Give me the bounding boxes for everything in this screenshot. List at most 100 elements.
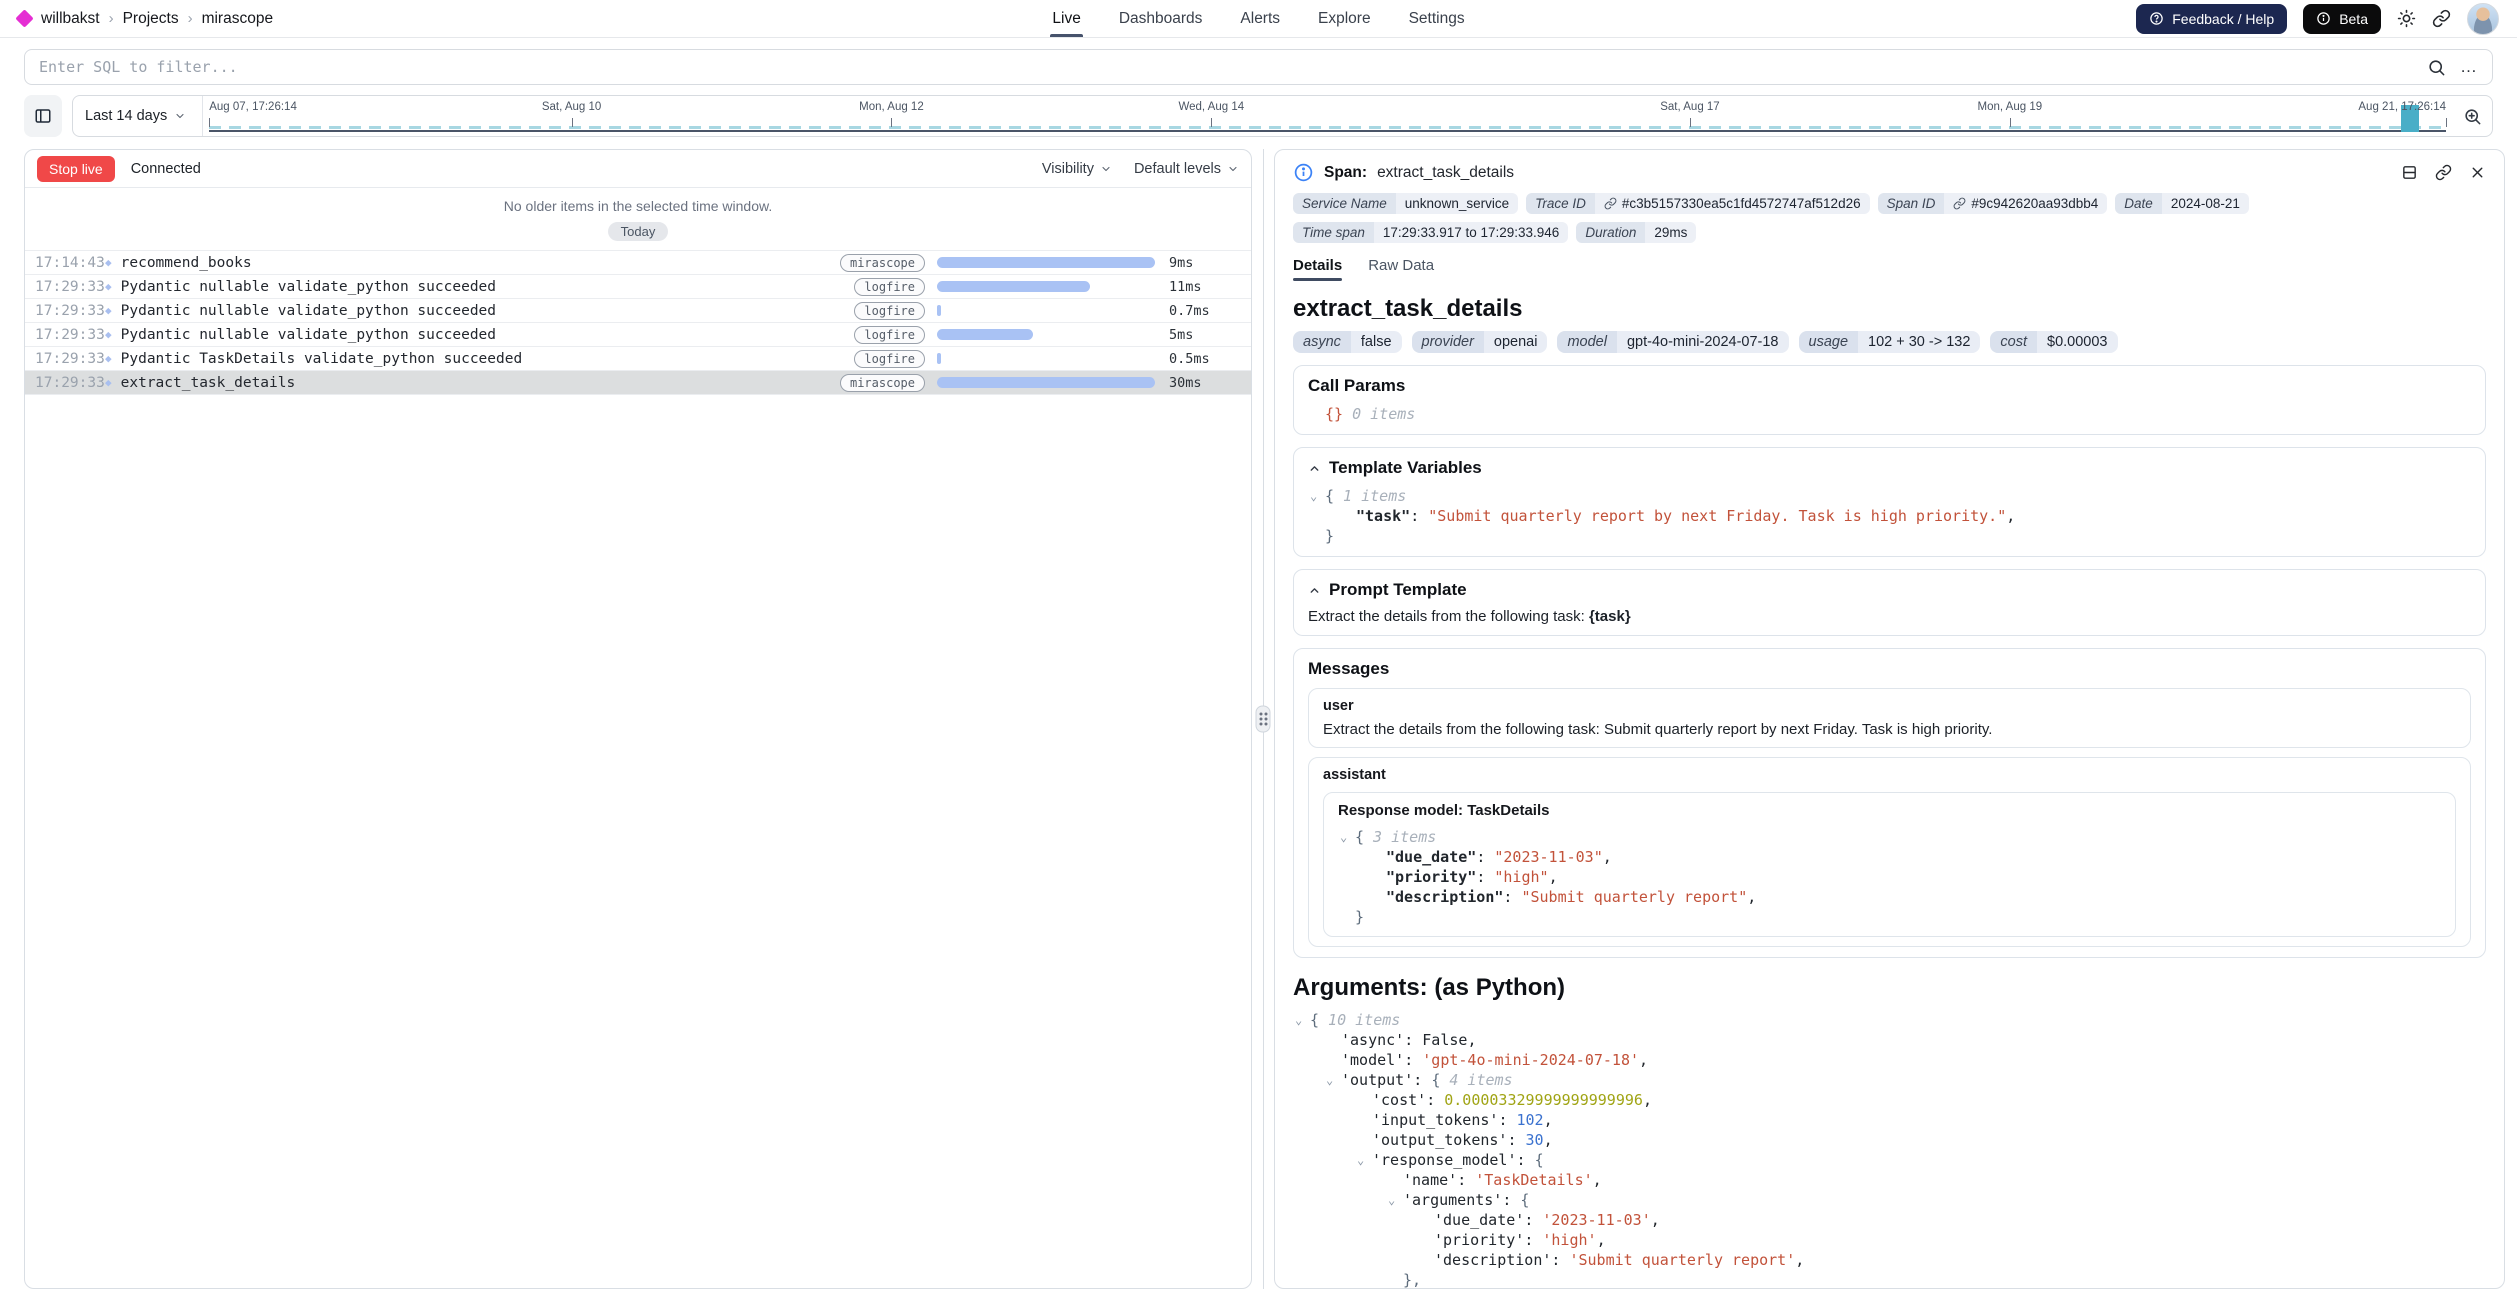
code-line: }, [1293,1270,2486,1289]
code-line: 'model': 'gpt-4o-mini-2024-07-18', [1293,1050,2486,1070]
trace-tag-wrap: logfire [821,350,925,368]
more-options-button[interactable]: … [2460,62,2478,72]
attr-badge-label: cost [1990,331,2037,353]
panel-layout-button[interactable] [2401,164,2418,181]
sql-filter-input[interactable] [39,58,2413,76]
collapse-chevron-icon[interactable] [1308,584,1321,597]
assistant-message-card: assistant Response model: TaskDetails ⌄{… [1308,757,2471,947]
trace-time: 17:29:33 [35,351,105,367]
trace-tag-wrap: logfire [821,326,925,344]
trace-row[interactable]: 17:14:43◆recommend_booksmirascope9ms [25,250,1251,274]
chevron-down-icon [1100,163,1112,175]
meta-badge-label: Date [2115,193,2162,214]
user-message-card: user Extract the details from the follow… [1308,688,2471,748]
trace-name: Pydantic TaskDetails validate_python suc… [121,351,821,367]
timeline[interactable]: Aug 07, 17:26:14Sat, Aug 10Mon, Aug 12We… [203,96,2452,136]
close-span-panel-button[interactable] [2469,164,2486,181]
code-token: : [1551,1251,1569,1269]
sun-icon [2397,9,2416,28]
nav-tab-settings[interactable]: Settings [1409,0,1465,37]
collapse-toggle-icon[interactable]: ⌄ [1310,486,1317,506]
span-label: Span: [1324,164,1367,182]
trace-time: 17:29:33 [35,303,105,319]
timeline-tick-mark [2010,118,2011,127]
logfire-logo-icon[interactable] [15,9,33,27]
trace-time: 17:29:33 [35,279,105,295]
code-token: : [1524,1231,1542,1249]
stop-live-button[interactable]: Stop live [37,156,115,182]
code-token: 'name' [1403,1171,1457,1189]
time-range-label: Last 14 days [85,108,167,124]
duration-label: 9ms [1169,255,1241,271]
trace-row[interactable]: 17:29:33◆Pydantic nullable validate_pyth… [25,298,1251,322]
search-icon[interactable] [2427,58,2446,77]
code-token: 'async' [1341,1031,1404,1049]
breadcrumb-item-mirascope[interactable]: mirascope [202,10,274,28]
code-token: "high" [1494,868,1548,886]
collapse-toggle-icon[interactable]: ⌄ [1295,1010,1302,1030]
nav-tab-dashboards[interactable]: Dashboards [1119,0,1203,37]
attr-badge-label: usage [1799,331,1859,353]
span-meta: Service Nameunknown_serviceTrace ID#c3b5… [1293,193,2486,243]
duration-bar [937,353,941,364]
collapse-toggle-icon[interactable]: ⌄ [1326,1070,1333,1090]
tab-raw-data[interactable]: Raw Data [1368,257,1434,281]
trace-tag-wrap: logfire [821,278,925,296]
share-link-button[interactable] [2432,9,2451,28]
code-token: : [1404,1051,1422,1069]
theme-toggle-button[interactable] [2397,9,2416,28]
collapse-chevron-icon[interactable] [1308,462,1321,475]
attr-badge-value: openai [1484,331,1548,353]
nav-tab-explore[interactable]: Explore [1318,0,1371,37]
trace-panel: Stop live Connected Visibility Default l… [24,149,1252,1289]
trace-row[interactable]: 17:29:33◆extract_task_detailsmirascope30… [25,370,1251,394]
prompt-template-title: Prompt Template [1329,580,1467,600]
meta-badge-span-id: Span ID#9c942620aa93dbb4 [1878,193,2108,214]
code-token: 'cost' [1372,1091,1426,1109]
zoom-in-button[interactable] [2452,96,2492,136]
trace-name: Pydantic nullable validate_python succee… [121,279,821,295]
code-token: {} [1325,405,1343,423]
template-variable-token: {task} [1589,608,1631,625]
sidebar-toggle-button[interactable] [24,95,62,137]
timeline-tick-label: Aug 07, 17:26:14 [209,101,297,113]
timeline-row: Last 14 days Aug 07, 17:26:14Sat, Aug 10… [24,95,2493,137]
collapse-toggle-icon[interactable]: ⌄ [1388,1190,1395,1210]
collapse-toggle-icon[interactable]: ⌄ [1357,1150,1364,1170]
nav-tab-live[interactable]: Live [1052,0,1080,37]
meta-badge-value[interactable]: #c3b5157330ea5c1fd4572747af512d26 [1595,193,1870,214]
meta-badge-value[interactable]: #9c942620aa93dbb4 [1944,193,2107,214]
attr-badge-value: false [1351,331,1402,353]
beta-button[interactable]: Beta [2303,4,2381,34]
breadcrumb-item-willbakst[interactable]: willbakst [41,10,100,28]
copy-span-link-button[interactable] [2435,164,2452,181]
code-token: { [1355,828,1364,846]
time-range-dropdown[interactable]: Last 14 days [73,96,202,136]
meta-badge-value: 17:29:33.917 to 17:29:33.946 [1374,222,1568,243]
meta-badge-duration: Duration29ms [1576,222,1696,243]
duration-bar [937,329,1033,340]
nav-tab-alerts[interactable]: Alerts [1240,0,1280,37]
trace-row[interactable]: 17:29:33◆Pydantic TaskDetails validate_p… [25,346,1251,370]
collapse-toggle-icon[interactable]: ⌄ [1340,827,1347,847]
span-attributes: asyncfalseprovideropenaimodelgpt-4o-mini… [1293,331,2486,353]
code-token: 30 [1526,1131,1544,1149]
code-token: "Submit quarterly report by next Friday.… [1428,507,2006,525]
attr-badge-label: provider [1412,331,1484,353]
tab-details[interactable]: Details [1293,257,1342,281]
code-token: , [1639,1051,1648,1069]
breadcrumb-item-projects[interactable]: Projects [123,10,179,28]
code-token: , [1795,1251,1804,1269]
link-icon [2432,9,2451,28]
panel-resize-handle[interactable] [1256,706,1271,733]
default-levels-dropdown[interactable]: Default levels [1134,161,1239,177]
span-diamond-icon: ◆ [105,280,112,293]
trace-row[interactable]: 17:29:33◆ Pydantic nullable validate_pyth… [25,274,1251,298]
user-avatar[interactable] [2467,3,2499,35]
feedback-help-button[interactable]: Feedback / Help [2136,4,2287,34]
trace-row[interactable]: 17:29:33◆Pydantic nullable validate_pyth… [25,322,1251,346]
timeline-baseline [209,130,2446,132]
code-line: } [1338,907,2441,927]
code-token: : [1457,1171,1475,1189]
visibility-dropdown[interactable]: Visibility [1042,161,1112,177]
